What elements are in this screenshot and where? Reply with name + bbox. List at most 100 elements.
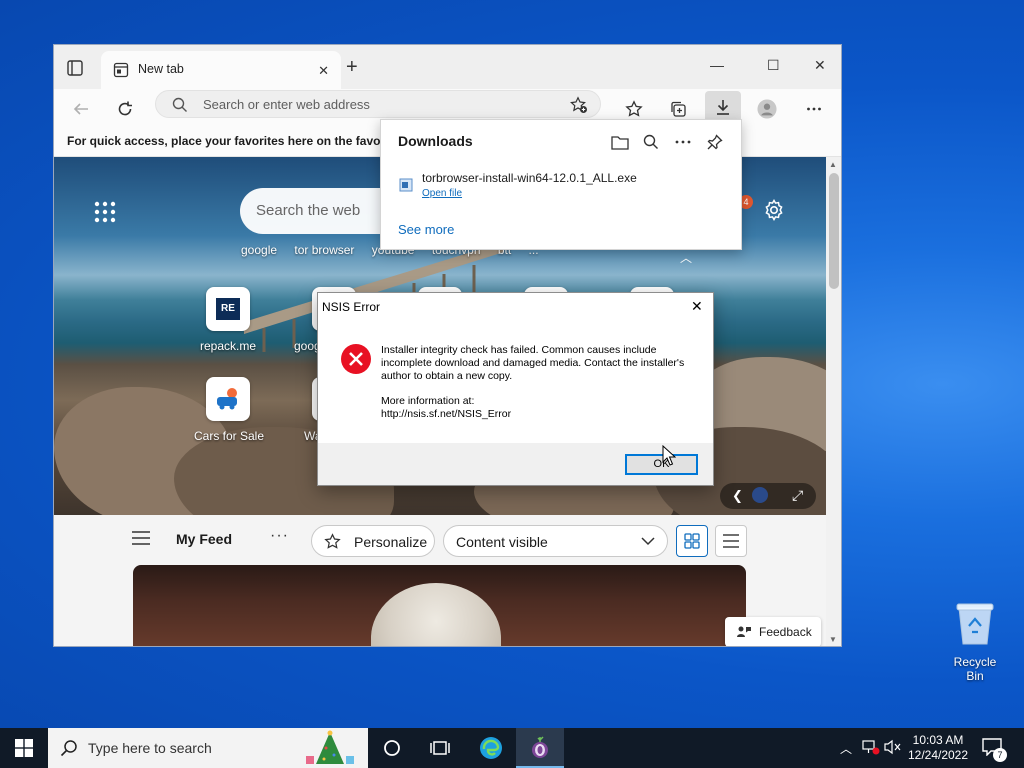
clock-date: 12/24/2022 [907,748,969,762]
error-icon [340,343,372,380]
refresh-icon[interactable] [115,99,135,119]
list-view-icon [723,534,739,548]
feedback-button[interactable]: Feedback [725,617,821,646]
content-visible-label: Content visible [456,534,548,550]
personalize-star-icon [324,533,341,549]
mouse-cursor-icon [662,444,677,472]
chevron-down-icon [641,537,655,546]
newtab-favicon-icon [113,62,129,83]
repack-logo-icon: RE [216,298,240,320]
taskbar-search-box[interactable]: Type here to search [48,728,368,768]
see-more-link[interactable]: See more [398,222,454,237]
expand-icon[interactable]: ⤢ [792,487,803,504]
tile-cars-for-sale[interactable] [206,377,250,421]
page-scrollbar[interactable]: ▲ ▼ [826,157,841,646]
hamburger-menu-icon[interactable] [132,531,150,550]
personalize-label: Personalize [354,534,428,550]
downloads-panel: Downloads torbrowser-install-win64-12.0.… [380,119,742,250]
edge-taskbar-button[interactable] [467,728,515,768]
feedback-label: Feedback [759,625,812,639]
tab-title: New tab [138,62,184,76]
close-window-button[interactable]: ✕ [814,57,826,74]
tile-repack[interactable]: RE [206,287,250,331]
taskbar: Type here to search ︿ 10:03 AM 12/24/202… [0,728,1024,768]
installer-file-icon [399,178,413,197]
recycle-bin[interactable]: Recycle Bin [944,602,1006,683]
show-hidden-icons-chevron-icon[interactable]: ︿ [840,740,852,757]
open-file-link[interactable]: Open file [422,188,462,199]
recycle-bin-label: Recycle Bin [953,655,997,683]
collapse-chevron-icon[interactable]: ︿ [680,249,692,266]
action-center-count: 7 [993,748,1007,762]
location-badge-icon[interactable] [752,487,768,503]
volume-muted-icon[interactable] [884,739,902,758]
start-button[interactable] [0,728,48,768]
error-message: Installer integrity check has failed. Co… [381,344,685,382]
dialog-footer: OK [318,443,713,485]
minimize-button[interactable]: — [710,57,724,73]
taskbar-search-icon [60,739,78,762]
collections-icon[interactable] [668,99,688,119]
scroll-up-icon[interactable]: ▲ [829,160,837,169]
search-downloads-icon[interactable] [641,132,661,152]
christmas-tree-icon [306,730,354,764]
download-filename[interactable]: torbrowser-install-win64-12.0.1_ALL.exe [422,171,637,185]
open-folder-icon[interactable] [610,132,630,152]
network-icon[interactable] [862,739,880,758]
scroll-thumb[interactable] [829,173,839,289]
nsis-error-dialog: NSIS Error ✕ Installer integrity check h… [317,292,714,486]
prev-image-icon[interactable]: ❮ [732,488,743,504]
pin-icon[interactable] [705,132,725,152]
page-settings-gear-icon[interactable] [763,198,785,226]
quick-link[interactable]: google [241,243,277,257]
quick-link[interactable]: tor browser [294,243,354,257]
settings-more-icon[interactable] [804,99,824,119]
content-visibility-dropdown[interactable]: Content visible [443,525,668,557]
list-view-button[interactable] [715,525,747,557]
web-search-input[interactable]: Search the web [256,202,360,219]
back-icon[interactable] [71,99,91,119]
add-favorite-icon[interactable] [570,96,588,119]
tab-new-tab[interactable]: New tab ✕ [101,51,341,89]
tor-installer-taskbar-button[interactable] [516,728,564,768]
address-input[interactable]: Search or enter web address [203,97,370,112]
recycle-bin-icon [956,603,994,645]
windows-logo-icon [15,739,33,757]
more-info-label: More information at: [381,395,475,407]
profile-avatar-icon[interactable] [757,99,777,119]
clock-time: 10:03 AM [912,733,964,747]
person-photo [371,583,501,646]
scroll-down-icon[interactable]: ▼ [829,635,837,644]
tile-label: Cars for Sale [194,429,265,443]
more-info: More information at: http://nsis.sf.net/… [381,395,511,421]
favorites-icon[interactable] [624,99,644,119]
dialog-close-icon[interactable]: ✕ [691,298,703,315]
dialog-title: NSIS Error [322,300,381,314]
grid-view-button[interactable] [676,525,708,557]
task-view-icon [430,741,450,755]
tor-onion-icon [532,736,548,758]
address-bar[interactable]: Search or enter web address [155,90,601,118]
new-tab-button[interactable]: + [346,57,358,77]
car-icon [217,388,237,410]
feed-title: My Feed [176,531,233,547]
task-view-button[interactable] [416,728,464,768]
system-clock[interactable]: 10:03 AM 12/24/2022 [905,733,971,763]
feed-card-image[interactable] [133,565,746,646]
cortana-icon [384,740,400,756]
image-controls: ❮ ⤢ [720,483,816,509]
personalize-button[interactable]: Personalize [311,525,435,557]
tab-actions-icon[interactable] [66,59,84,77]
tab-close-icon[interactable]: ✕ [318,63,329,79]
apps-launcher-icon[interactable] [94,201,116,228]
feed-toolbar: My Feed ··· Personalize Content visible [54,515,826,565]
edge-icon [480,737,502,759]
downloads-more-icon[interactable] [673,132,693,152]
maximize-button[interactable]: ☐ [767,57,780,74]
grid-view-icon [684,533,700,549]
favorites-hint: For quick access, place your favorites h… [67,134,406,148]
taskbar-search-input[interactable]: Type here to search [88,740,212,756]
more-info-url: http://nsis.sf.net/NSIS_Error [381,408,512,420]
cortana-button[interactable] [368,728,416,768]
feed-more-icon[interactable]: ··· [270,527,289,545]
